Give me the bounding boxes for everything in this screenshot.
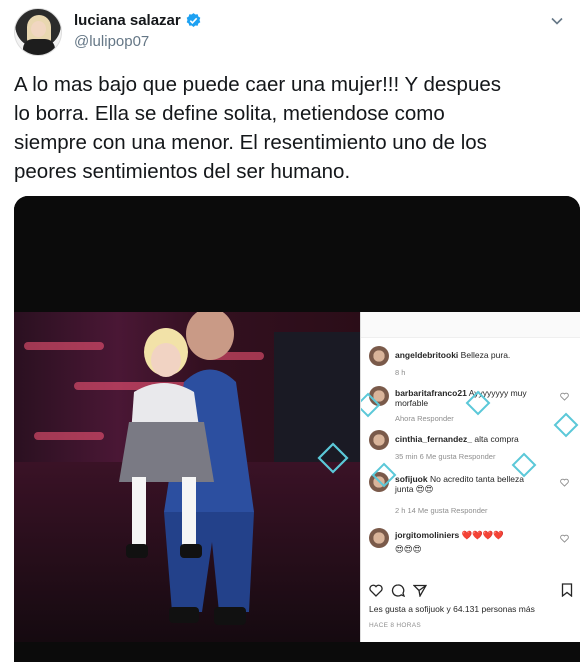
share-send-icon[interactable] [413, 584, 427, 597]
tweet-text-line: lo borra. Ella se define solita, metiend… [14, 102, 445, 125]
likes-summary: Les gusta a sofijuok y 64.131 personas m… [369, 604, 535, 614]
tweet-text-line: peores sentimientos del ser humano. [14, 160, 351, 183]
bookmark-icon[interactable] [561, 583, 573, 597]
diamond-sticker-icon [553, 412, 579, 438]
comment-item: jorgitomoliniers ❤️❤️❤️❤️ 😍😍😍 [369, 528, 569, 574]
tweet-header: luciana salazar @lulipop07 [14, 6, 570, 56]
comment-user[interactable]: angeldebritooki [395, 350, 458, 360]
comment-avatar [369, 430, 389, 450]
diamond-sticker-icon [317, 442, 349, 474]
diamond-sticker-icon [465, 390, 491, 416]
name-row: luciana salazar [74, 12, 202, 29]
diamond-sticker-icon [361, 392, 381, 418]
comment-text: 😍😍😍 [395, 544, 422, 554]
instagram-comments-panel: angeldebritooki Belleza pura. 8 h barbar… [360, 312, 580, 642]
comment-user[interactable]: cinthia_fernandez_ [395, 434, 472, 444]
comment-avatar [369, 346, 389, 366]
comment-text: ❤️❤️❤️❤️ [461, 530, 504, 540]
tweet-text-line: siempre con una menor. El resentimiento … [14, 131, 487, 154]
people-illustration [119, 312, 254, 625]
comment-bubble-icon[interactable] [391, 584, 405, 597]
media-letterbox-top [14, 196, 580, 312]
like-heart-icon[interactable] [560, 392, 569, 401]
tweet-text-line: A lo mas bajo que puede caer una mujer!!… [14, 73, 502, 96]
comment-item: sofijuok No acredito tanta belleza junta… [369, 472, 569, 522]
comment-item: angeldebritooki Belleza pura. 8 h [369, 346, 569, 386]
comment-meta: 35 min 6 Me gusta Responder [395, 452, 496, 461]
photo-man-and-child [14, 312, 360, 642]
display-name[interactable]: luciana salazar [74, 12, 181, 29]
diamond-sticker-icon [511, 452, 537, 478]
post-time: HACE 8 HORAS [369, 622, 422, 629]
comment-user[interactable]: jorgitomoliniers [395, 530, 459, 540]
comment-text: alta compra [474, 434, 519, 444]
instagram-action-bar [369, 582, 573, 600]
comment-user[interactable]: barbaritafranco21 [395, 388, 467, 398]
comment-meta: 2 h 14 Me gusta Responder [395, 506, 488, 515]
like-heart-icon[interactable] [369, 584, 383, 597]
comment-text: Belleza pura. [460, 350, 511, 360]
instagram-header-strip [361, 312, 580, 338]
likes-text: Les gusta a sofijuok y 64.131 personas m… [369, 604, 535, 614]
media-letterbox-bottom [14, 642, 580, 662]
comment-meta: Ahora Responder [395, 414, 454, 423]
comment-user[interactable]: sofijuok [395, 474, 428, 484]
tweet-media[interactable]: angeldebritooki Belleza pura. 8 h barbar… [14, 196, 580, 662]
like-heart-icon[interactable] [560, 534, 569, 543]
comment-meta: 8 h [395, 368, 406, 377]
avatar[interactable] [14, 8, 62, 56]
diamond-sticker-icon [371, 462, 397, 488]
verified-badge-icon [186, 13, 201, 27]
like-heart-icon[interactable] [560, 478, 569, 487]
tweet-text: A lo mas bajo que puede caer una mujer!!… [14, 70, 570, 186]
comment-avatar [369, 528, 389, 548]
chevron-down-icon[interactable] [550, 14, 564, 28]
comment-item: cinthia_fernandez_ alta compra 35 min 6 … [369, 430, 569, 470]
user-handle[interactable]: @lulipop07 [74, 33, 149, 50]
